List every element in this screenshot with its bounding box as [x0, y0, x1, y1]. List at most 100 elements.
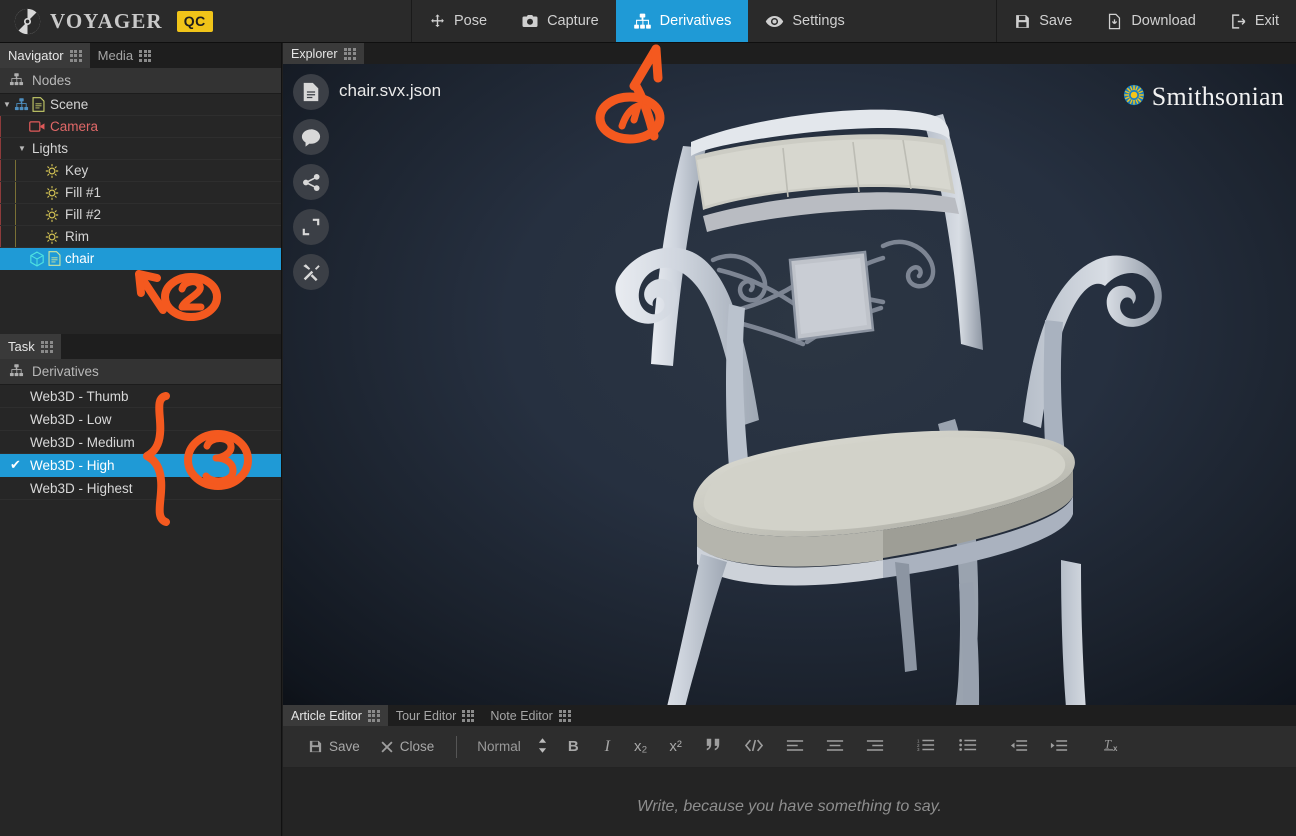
tab-tour-editor[interactable]: Tour Editor [388, 705, 482, 726]
ordered-list-button[interactable]: 1 2 3 [906, 733, 946, 761]
tab-capture[interactable]: Capture [504, 0, 616, 42]
svg-text:3: 3 [917, 747, 920, 752]
grip-icon[interactable] [41, 341, 53, 353]
action-buttons: Save Download Exit [996, 0, 1296, 42]
align-center-button[interactable] [816, 733, 854, 761]
tree-node-fill-1[interactable]: Fill #1 [0, 182, 281, 204]
tab-article-editor[interactable]: Article Editor [283, 705, 388, 726]
3d-canvas[interactable]: chair.svx.json [283, 64, 1296, 705]
grip-icon[interactable] [368, 710, 380, 722]
bold-button[interactable]: B [556, 733, 591, 761]
tab-media-label: Media [98, 48, 133, 63]
tree-node-rim-label: Rim [62, 229, 89, 244]
tab-task[interactable]: Task [0, 334, 61, 359]
floppy-disk-icon [1014, 13, 1031, 30]
text-format-select[interactable]: Normal [470, 738, 554, 756]
tree-node-key-label: Key [62, 163, 88, 178]
derivative-row-medium[interactable]: Web3D - Medium [0, 431, 281, 454]
mode-tabs: Pose Capture Derivatives [412, 0, 862, 42]
light-bulb-icon [44, 229, 62, 245]
document-icon [48, 251, 61, 266]
tab-note-editor[interactable]: Note Editor [482, 705, 579, 726]
tab-pose[interactable]: Pose [412, 0, 504, 42]
tree-node-chair-label: chair [62, 251, 94, 266]
task-panel: Task Derivatives Web3D - Thumb [0, 334, 281, 836]
save-button[interactable]: Save [997, 0, 1089, 42]
exit-button[interactable]: Exit [1213, 0, 1296, 42]
tree-node-fill-2[interactable]: Fill #2 [0, 204, 281, 226]
tab-article-editor-label: Article Editor [291, 709, 362, 723]
document-download-icon [1106, 13, 1123, 30]
indent-guide [0, 248, 15, 269]
grip-icon[interactable] [139, 50, 151, 62]
left-panel-column: Navigator Media Nodes ▼ [0, 43, 282, 836]
smithsonian-branding: Smithsonian [1123, 82, 1284, 112]
indent-guide [0, 116, 15, 137]
tree-node-rim[interactable]: Rim [0, 226, 281, 248]
derivative-row-high[interactable]: ✔ Web3D - High [0, 454, 281, 477]
tree-node-chair[interactable]: chair [0, 248, 281, 270]
italic-button[interactable]: I [593, 733, 622, 761]
tab-pose-label: Pose [454, 13, 487, 29]
fullscreen-expand-icon[interactable] [293, 209, 329, 245]
editor-text-area[interactable]: Write, because you have something to say… [283, 768, 1296, 836]
navigator-tabstrip: Navigator Media [0, 43, 281, 68]
derivative-row-thumb[interactable]: Web3D - Thumb [0, 385, 281, 408]
share-icon[interactable] [293, 164, 329, 200]
align-right-button[interactable] [856, 733, 894, 761]
qc-badge: QC [177, 11, 213, 32]
ordered-list-icon: 1 2 3 [917, 738, 935, 755]
explorer-tool-rail [293, 74, 329, 290]
tree-node-lights[interactable]: ▼ Lights [0, 138, 281, 160]
article-editor-panel: Article Editor Tour Editor Note Editor S… [283, 705, 1296, 836]
eye-icon [765, 12, 784, 31]
clear-format-button[interactable]: T x [1092, 733, 1134, 761]
tree-empty-space [0, 270, 281, 334]
derivatives-panel-header: Derivatives [0, 359, 281, 385]
superscript-button[interactable]: x² [659, 733, 692, 761]
tab-explorer[interactable]: Explorer [283, 43, 364, 64]
tab-derivatives[interactable]: Derivatives [616, 0, 749, 42]
chevron-down-icon[interactable]: ▼ [15, 145, 29, 153]
exit-arrow-icon [1230, 13, 1247, 30]
tab-navigator[interactable]: Navigator [0, 43, 90, 68]
chevron-down-icon[interactable]: ▼ [0, 101, 14, 109]
grip-icon[interactable] [462, 710, 474, 722]
editor-close-button[interactable]: Close [371, 733, 444, 761]
article-document-icon[interactable] [293, 74, 329, 110]
tree-node-camera-label: Camera [47, 119, 98, 134]
antique-armchair-3d-model [283, 64, 1296, 705]
indent-guide [15, 226, 30, 247]
code-button[interactable] [734, 733, 774, 761]
grip-icon[interactable] [559, 710, 571, 722]
derivative-row-medium-label: Web3D - Medium [30, 435, 135, 450]
subscript-button[interactable]: x₂ [624, 733, 657, 761]
align-center-icon [826, 739, 844, 755]
tree-node-key[interactable]: Key [0, 160, 281, 182]
superscript-icon: x² [669, 738, 682, 755]
annotation-bubble-icon[interactable] [293, 119, 329, 155]
bullet-list-button[interactable] [948, 733, 988, 761]
tab-settings[interactable]: Settings [748, 0, 861, 42]
indent-guide [15, 204, 30, 225]
move-arrows-icon [429, 13, 446, 30]
tree-node-scene[interactable]: ▼ Scene [0, 94, 281, 116]
derivative-row-highest[interactable]: Web3D - Highest [0, 477, 281, 500]
tab-media[interactable]: Media [90, 43, 159, 68]
indent-guide [15, 182, 30, 203]
align-left-button[interactable] [776, 733, 814, 761]
download-button[interactable]: Download [1089, 0, 1213, 42]
editor-save-label: Save [329, 739, 360, 754]
smithsonian-sunburst-icon [1123, 84, 1145, 111]
tree-node-camera[interactable]: Camera [0, 116, 281, 138]
editor-save-button[interactable]: Save [299, 733, 369, 761]
outdent-button[interactable] [1000, 733, 1038, 761]
indent-button[interactable] [1040, 733, 1078, 761]
blockquote-button[interactable] [694, 733, 732, 761]
tab-explorer-label: Explorer [291, 47, 338, 61]
derivative-row-low[interactable]: Web3D - Low [0, 408, 281, 431]
tools-icon[interactable] [293, 254, 329, 290]
align-right-icon [866, 739, 884, 755]
grip-icon[interactable] [344, 48, 356, 60]
grip-icon[interactable] [70, 50, 82, 62]
